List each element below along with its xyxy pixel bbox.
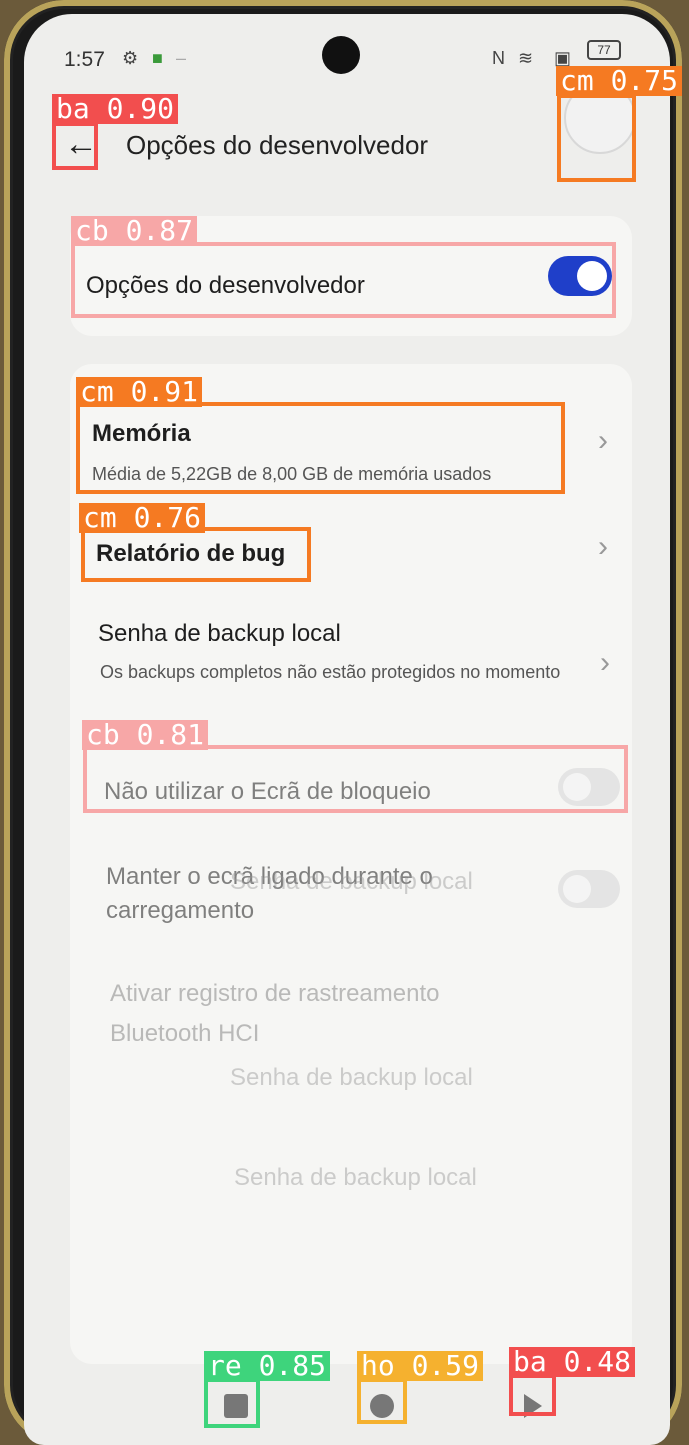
detection-label: cb 0.81 — [82, 720, 209, 750]
detection-label: ho 0.59 — [357, 1351, 484, 1381]
detection-box — [71, 242, 616, 318]
detection-label: cm 0.75 — [556, 66, 683, 96]
status-time: 1:57 — [64, 48, 105, 71]
chevron-right-icon: › — [600, 646, 610, 679]
nfc-icon: N — [492, 48, 505, 68]
detection-box — [76, 402, 565, 494]
settings-icon: ⚙ — [122, 48, 139, 68]
battery-icon: 77 — [587, 40, 621, 60]
detection-box — [81, 527, 311, 582]
front-camera — [322, 36, 360, 74]
detection-box — [557, 94, 636, 182]
backup-password-label: Senha de backup local — [98, 620, 341, 647]
toggle-knob — [563, 875, 591, 903]
detection-box — [204, 1378, 260, 1428]
ghost-text: Senha de backup local — [230, 1064, 473, 1091]
detection-box — [357, 1378, 407, 1424]
page-title: Opções do desenvolvedor — [126, 130, 429, 160]
detection-label: cb 0.87 — [71, 216, 198, 246]
ghost-text: Senha de backup local — [230, 868, 473, 895]
bt-hci-label: Ativar registro de rastreamento Bluetoot… — [110, 980, 440, 1047]
detection-box — [509, 1374, 556, 1416]
detection-label: cm 0.76 — [79, 503, 206, 533]
ghost-text: Senha de backup local — [234, 1164, 477, 1191]
app-icon: ■ — [152, 48, 163, 68]
detection-box — [83, 745, 628, 813]
detection-label: ba 0.90 — [52, 94, 179, 124]
detection-box — [52, 122, 98, 170]
backup-password-sub: Os backups completos não estão protegido… — [100, 662, 561, 682]
stay-awake-toggle[interactable] — [558, 870, 620, 908]
more-icon: – — [176, 48, 187, 68]
detection-label: ba 0.48 — [509, 1347, 636, 1377]
chevron-right-icon: › — [598, 424, 608, 457]
detection-label: re 0.85 — [204, 1351, 331, 1381]
chevron-right-icon: › — [598, 530, 608, 563]
wifi-icon: ≋ — [518, 48, 534, 68]
detection-label: cm 0.91 — [76, 377, 203, 407]
